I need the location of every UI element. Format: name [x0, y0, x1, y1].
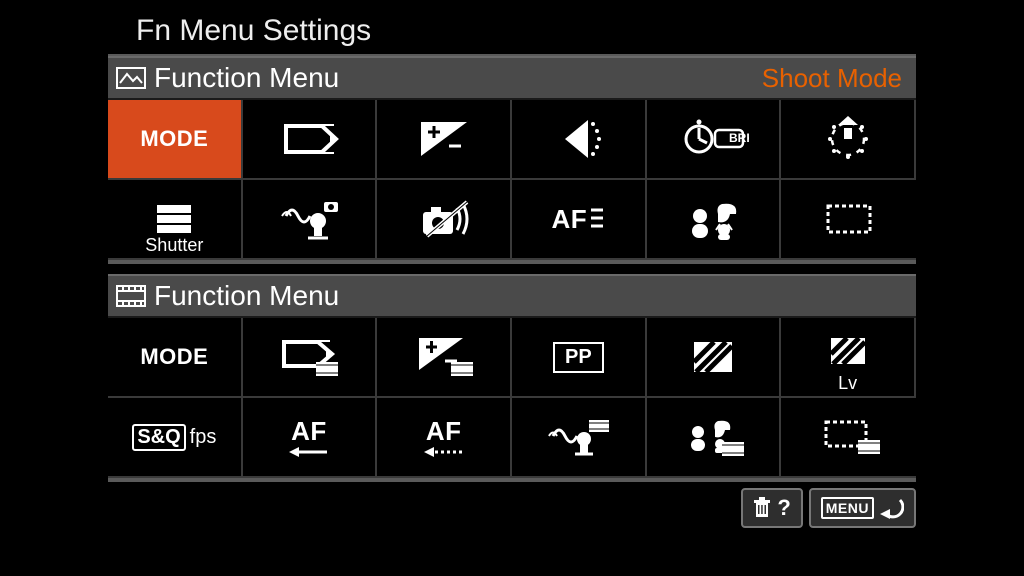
photo-cell-silent-shooting[interactable]: [377, 180, 512, 260]
shutter-type-label: Shutter: [145, 235, 203, 256]
video-cell-exposure-comp-video[interactable]: [377, 318, 512, 398]
zebra-icon: [678, 332, 748, 382]
back-arrow-icon: [880, 497, 904, 519]
photo-cell-file-format[interactable]: [243, 100, 378, 180]
file-format-video-icon: [274, 332, 344, 382]
video-icon: [114, 283, 148, 309]
video-section-title: Function Menu: [154, 280, 339, 312]
photo-cell-steadyshot[interactable]: [243, 180, 378, 260]
steadyshot-icon: [274, 194, 344, 244]
steadyshot-video-icon: [543, 412, 613, 462]
zebra-lv-label: Lv: [838, 373, 857, 394]
photo-cell-bracket[interactable]: BRK: [647, 100, 782, 180]
menu-back-button[interactable]: MENU: [809, 488, 916, 528]
page-title: Fn Menu Settings: [108, 12, 916, 56]
photo-cell-exposure-comp[interactable]: [377, 100, 512, 180]
subject-detection-icon: [678, 194, 748, 244]
photo-cell-shutter-type[interactable]: Shutter: [108, 180, 243, 260]
photo-icon: [114, 65, 148, 91]
delete-help-button[interactable]: ?: [741, 488, 802, 528]
screen: Fn Menu Settings Function Menu Shoot Mod…: [108, 12, 916, 564]
photo-cell-shoot-mode[interactable]: MODE: [108, 100, 243, 180]
video-cell-file-format-video[interactable]: [243, 318, 378, 398]
photo-cell-drive-mode[interactable]: [781, 100, 916, 180]
silent-shooting-icon: [409, 194, 479, 244]
video-cell-zebra-lv[interactable]: Lv: [781, 318, 916, 398]
file-format-icon: [274, 114, 344, 164]
exposure-comp-video-icon: [409, 332, 479, 382]
video-cell-focus-area-video[interactable]: [781, 398, 916, 478]
video-cell-sq-fps[interactable]: S&Qfps: [108, 398, 243, 478]
photo-section-bar: Function Menu Shoot Mode: [108, 56, 916, 100]
video-cell-af-transition[interactable]: AF: [243, 398, 378, 478]
photo-section-title: Function Menu: [154, 62, 339, 94]
video-grid: MODEPPLvS&QfpsAFAF: [108, 318, 916, 478]
bracket-icon: BRK: [677, 114, 749, 164]
subject-detection-video-icon: [678, 412, 748, 462]
focus-area-video-icon: [814, 412, 884, 462]
iso-icon: [543, 114, 613, 164]
video-section-bar: Function Menu: [108, 274, 916, 318]
video-cell-zebra[interactable]: [647, 318, 782, 398]
drive-mode-icon: [813, 114, 883, 164]
selected-function-label: Shoot Mode: [762, 63, 902, 94]
trash-icon: [753, 497, 771, 519]
video-cell-subject-detection-video[interactable]: [647, 398, 782, 478]
photo-grid: MODE BRK Shutter AF: [108, 100, 916, 260]
photo-cell-af-mode[interactable]: AF: [512, 180, 647, 260]
focus-area-icon: [814, 194, 884, 244]
video-cell-af-subj-shift[interactable]: AF: [377, 398, 512, 478]
photo-cell-focus-area[interactable]: [781, 180, 916, 260]
video-cell-steadyshot-video[interactable]: [512, 398, 647, 478]
photo-cell-iso[interactable]: [512, 100, 647, 180]
svg-text:BRK: BRK: [729, 131, 749, 145]
menu-label: MENU: [821, 497, 874, 519]
video-cell-picture-profile[interactable]: PP: [512, 318, 647, 398]
help-label: ?: [777, 495, 790, 521]
footer: ? MENU: [108, 482, 916, 528]
video-cell-shoot-mode[interactable]: MODE: [108, 318, 243, 398]
exposure-comp-icon: [409, 114, 479, 164]
photo-cell-subject-detection[interactable]: [647, 180, 782, 260]
